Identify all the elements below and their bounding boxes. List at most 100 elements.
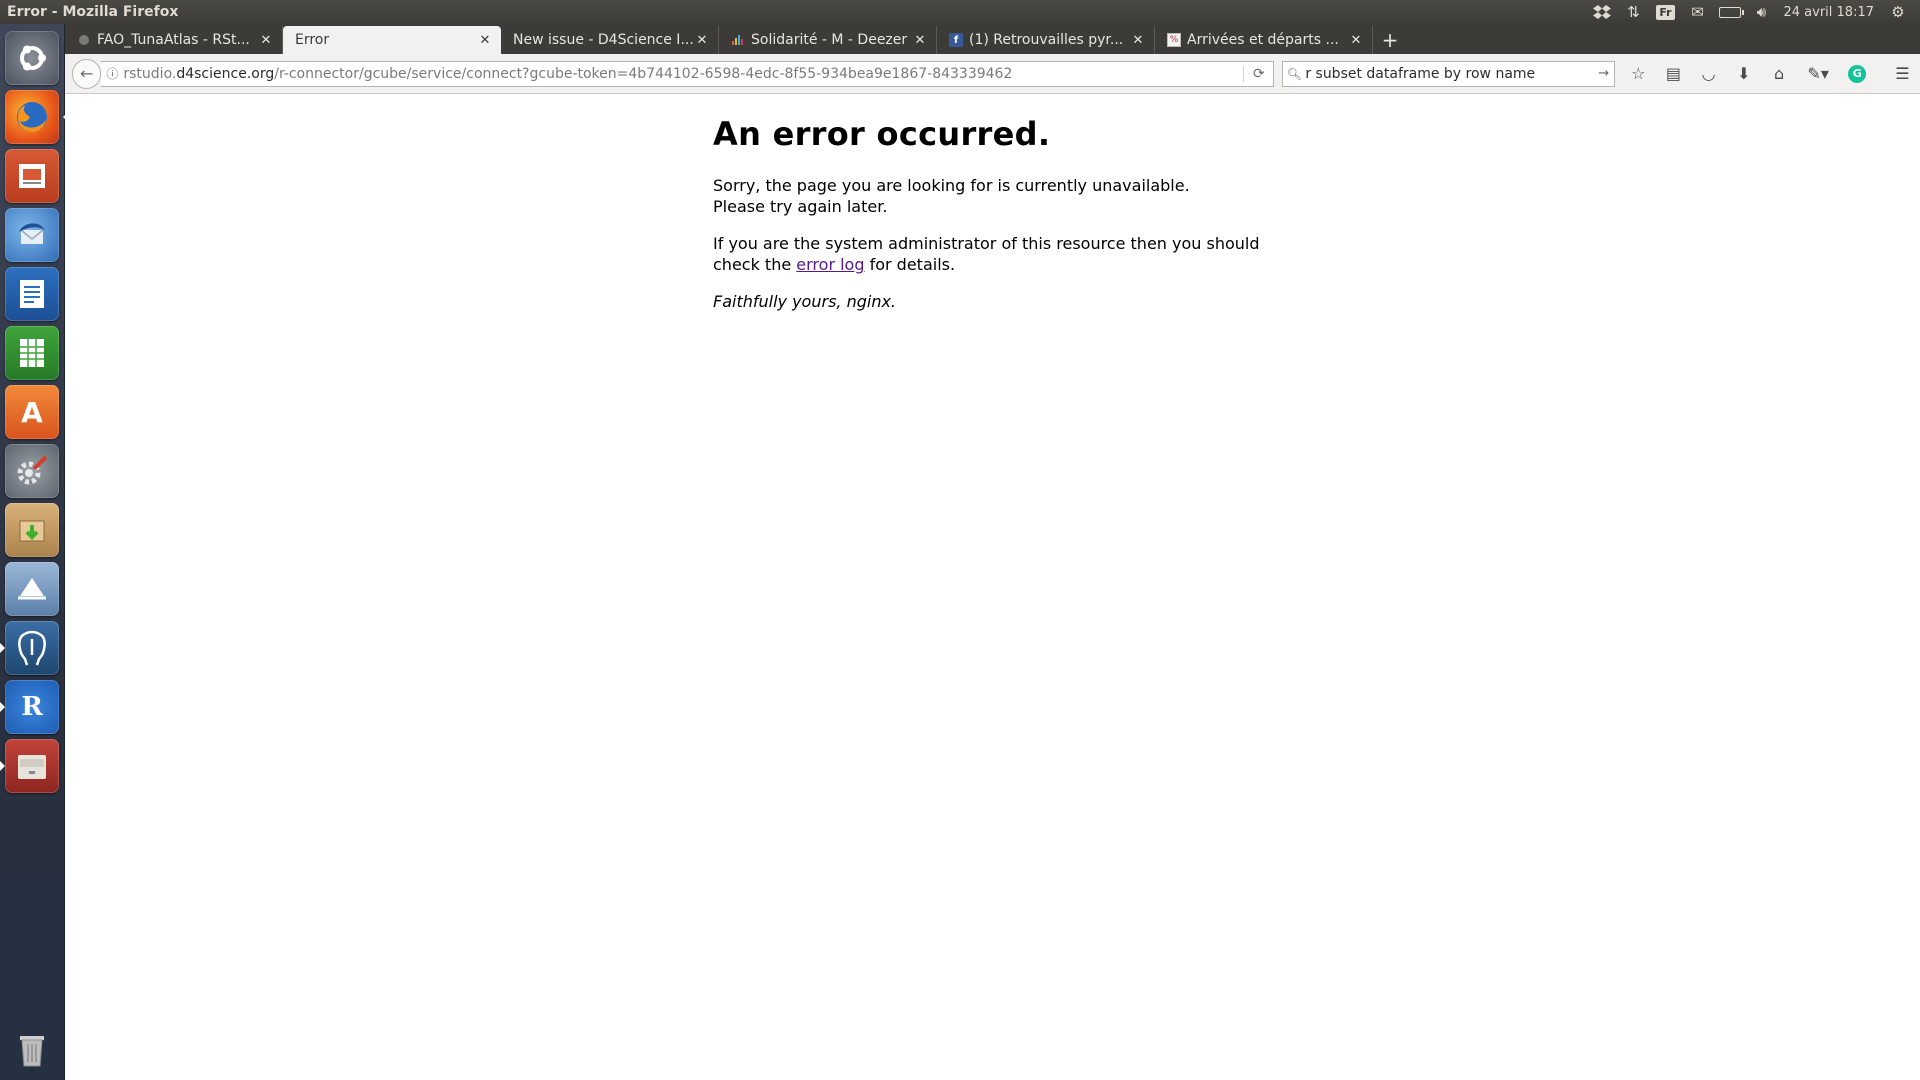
extension-icon: ✎▾	[1807, 64, 1829, 83]
launcher-pgadmin[interactable]	[0, 621, 59, 675]
tab-arrivees[interactable]: % Arrivées et départs ... ✕	[1155, 26, 1373, 54]
system-gear-icon[interactable]: ⚙	[1882, 0, 1914, 24]
launcher-firefox[interactable]	[5, 90, 68, 144]
launcher-r[interactable]: R	[0, 680, 59, 734]
grammarly-icon: G	[1848, 64, 1867, 83]
launcher-archive-manager[interactable]	[5, 503, 59, 557]
archive-download-icon	[19, 520, 45, 542]
launcher-software-center[interactable]: A	[5, 385, 59, 439]
volume-icon[interactable]: 🔊︎	[1746, 0, 1778, 24]
url-subdomain: rstudio.	[123, 65, 177, 82]
page-favicon-icon: %	[1167, 33, 1181, 47]
tab-rstudio[interactable]: FAO_TunaAtlas - RSt... ✕	[65, 26, 283, 54]
rstudio-favicon-icon	[77, 33, 91, 47]
error-heading: An error occurred.	[713, 115, 1051, 153]
error-log-link[interactable]: error log	[796, 255, 864, 274]
downloads-button[interactable]: ⬇	[1726, 59, 1761, 89]
download-arrow-icon: ⬇	[1737, 64, 1751, 83]
tab-label: Arrivées et départs ...	[1187, 32, 1339, 48]
facebook-favicon-icon: f	[949, 33, 963, 47]
search-go-icon[interactable]: →	[1594, 66, 1614, 81]
url-domain: d4science.org	[176, 65, 275, 82]
bookmark-star-button[interactable]: ☆	[1621, 59, 1656, 89]
site-info-icon[interactable]: ⓘ	[101, 65, 123, 82]
launcher-trash[interactable]	[5, 1022, 59, 1076]
unavailable-message: Sorry, the page you are looking for is c…	[713, 175, 1288, 217]
deezer-favicon-icon	[731, 33, 745, 47]
unavailable-line-2: Please try again later.	[713, 197, 888, 216]
extension-menu-button[interactable]: ✎▾	[1797, 59, 1840, 89]
launcher-thunderbird[interactable]	[5, 208, 59, 262]
url-bar[interactable]: ⓘ rstudio.d4science.org/r-connector/gcub…	[101, 60, 1275, 87]
settings-wrench-icon	[17, 455, 48, 485]
tab-strip: FAO_TunaAtlas - RSt... ✕ Error ✕ New iss…	[65, 24, 1920, 54]
tab-label: FAO_TunaAtlas - RSt...	[97, 32, 250, 48]
plus-icon: +	[1381, 28, 1399, 52]
hamburger-menu-icon: ☰	[1895, 64, 1910, 83]
elephant-icon	[18, 630, 46, 666]
software-center-icon: A	[21, 395, 43, 429]
launcher-shutter[interactable]	[5, 562, 59, 616]
clipboard-list-icon: ▤	[1665, 64, 1682, 83]
tab-label: Error	[295, 32, 330, 48]
spreadsheet-icon	[20, 339, 44, 367]
search-input[interactable]: r subset dataframe by row name	[1305, 66, 1593, 82]
url-text[interactable]: rstudio.d4science.org/r-connector/gcube/…	[123, 66, 1243, 82]
r-language-icon: R	[21, 692, 43, 722]
home-button[interactable]: ⌂	[1761, 59, 1796, 89]
window-title: Error - Mozilla Firefox	[7, 4, 179, 20]
tab-label: (1) Retrouvailles pyr...	[969, 32, 1124, 48]
back-button[interactable]: ←	[72, 58, 102, 89]
tab-facebook[interactable]: f (1) Retrouvailles pyr... ✕	[937, 26, 1155, 54]
open-menu-button[interactable]: ☰	[1885, 59, 1920, 89]
url-path: /r-connector/gcube/service/connect?gcube…	[274, 65, 1013, 82]
launcher-system-settings[interactable]	[5, 444, 59, 498]
search-bar[interactable]: 🔍︎ r subset dataframe by row name →	[1282, 60, 1615, 87]
writer-document-icon	[20, 280, 44, 308]
close-tab-icon[interactable]: ✕	[258, 33, 274, 48]
keyboard-layout-indicator[interactable]: Fr	[1650, 0, 1682, 24]
close-tab-icon[interactable]: ✕	[1348, 33, 1364, 48]
firefox-icon	[17, 102, 47, 133]
launcher-impress[interactable]	[5, 149, 59, 203]
launcher: A R	[0, 24, 68, 1080]
new-tab-button[interactable]: +	[1373, 26, 1407, 54]
back-arrow-icon: ←	[79, 64, 94, 83]
dropbox-icon[interactable]	[1586, 0, 1618, 24]
error-content: An error occurred. Sorry, the page you a…	[713, 115, 1288, 328]
dash-home-button[interactable]	[5, 31, 59, 85]
ubuntu-logo-icon	[20, 45, 46, 71]
shutter-icon	[18, 578, 46, 600]
tab-error[interactable]: Error ✕	[283, 26, 501, 54]
trash-icon	[20, 1036, 44, 1067]
indicator-area: ⇅ Fr ✉ 🔊︎ 24 avril 18:17 ⚙	[1586, 0, 1915, 24]
close-tab-icon[interactable]: ✕	[477, 33, 493, 48]
keyboard-layout-label: Fr	[1656, 4, 1675, 20]
presentation-icon	[19, 164, 45, 188]
close-tab-icon[interactable]: ✕	[1130, 33, 1146, 48]
pocket-button[interactable]: ◡	[1691, 59, 1726, 89]
admin-message: If you are the system administrator of t…	[713, 233, 1288, 275]
page-viewport: An error occurred. Sorry, the page you a…	[65, 95, 1920, 1080]
mail-icon[interactable]: ✉	[1682, 0, 1714, 24]
network-transfer-icon[interactable]: ⇅	[1618, 0, 1650, 24]
tab-deezer[interactable]: Solidarité - M - Deezer ✕	[719, 26, 937, 54]
close-tab-icon[interactable]: ✕	[912, 33, 928, 48]
launcher-writer[interactable]	[5, 267, 59, 321]
grammarly-button[interactable]: G	[1840, 59, 1875, 89]
launcher-calc[interactable]	[5, 326, 59, 380]
close-tab-icon[interactable]: ✕	[694, 33, 710, 48]
star-icon: ☆	[1631, 64, 1646, 83]
top-panel: Error - Mozilla Firefox ⇅ Fr ✉ 🔊︎ 24 avr…	[0, 0, 1920, 24]
launcher-file-manager[interactable]	[0, 739, 59, 793]
navigation-toolbar: ← ⓘ rstudio.d4science.org/r-connector/gc…	[65, 54, 1920, 94]
home-icon: ⌂	[1773, 64, 1785, 83]
unavailable-line-1: Sorry, the page you are looking for is c…	[713, 176, 1190, 195]
thunderbird-icon	[19, 223, 45, 244]
battery-icon[interactable]	[1714, 0, 1746, 24]
clock[interactable]: 24 avril 18:17	[1778, 5, 1883, 20]
tab-label: New issue - D4Science I...	[513, 32, 694, 48]
reading-list-button[interactable]: ▤	[1656, 59, 1691, 89]
reload-icon[interactable]: ⟳	[1243, 65, 1273, 82]
tab-new-issue[interactable]: New issue - D4Science I... ✕	[501, 26, 719, 54]
